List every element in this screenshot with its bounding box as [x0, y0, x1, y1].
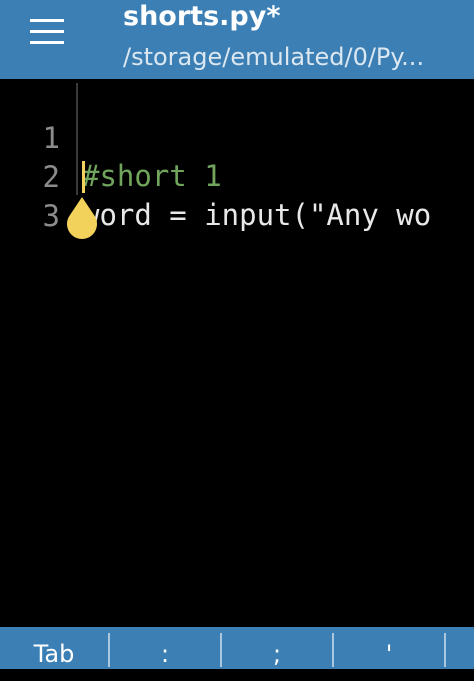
code-line[interactable]: 3 [0, 159, 474, 233]
menu-button[interactable] [22, 10, 72, 54]
app-bar: shorts.py* /storage/emulated/0/Py... [0, 0, 474, 79]
code-line[interactable]: 1 #short 1 [0, 81, 474, 193]
line-number: 3 [42, 199, 60, 233]
key-colon[interactable]: : [110, 627, 220, 669]
file-title: shorts.py* [123, 1, 281, 32]
code-text[interactable]: word = input("Any wo [82, 196, 431, 234]
text-cursor-handle-icon[interactable] [64, 197, 100, 245]
key-quote[interactable]: ' [334, 627, 444, 669]
code-editor[interactable]: 1 #short 1 2 word = input("Any wo 3 [0, 79, 474, 627]
extra-keys-bar: Tab : ; ' [0, 627, 474, 669]
key-more[interactable] [446, 627, 474, 669]
file-path: /storage/emulated/0/Py... [123, 43, 425, 71]
text-cursor [82, 161, 85, 193]
key-tab[interactable]: Tab [0, 627, 108, 669]
hamburger-menu-icon [30, 19, 64, 44]
code-line[interactable]: 2 word = input("Any wo [0, 120, 474, 232]
key-semicolon[interactable]: ; [222, 627, 332, 669]
